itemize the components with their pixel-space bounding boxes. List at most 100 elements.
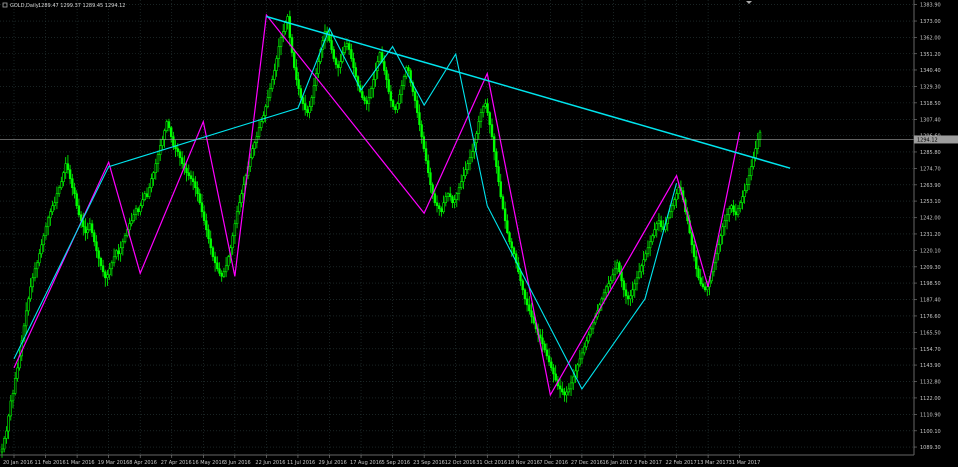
symbol-timeframe: GOLD,Daily: [10, 3, 39, 9]
candle-body: [752, 157, 755, 167]
candle-body: [332, 49, 335, 59]
candle-body: [532, 316, 535, 324]
candle-body: [200, 202, 204, 213]
candle-body: [165, 121, 168, 131]
y-tick-label: 1143.90: [920, 363, 941, 369]
candle-body: [468, 157, 472, 164]
candle-body: [163, 130, 166, 140]
candle-body: [424, 148, 428, 161]
candle-body: [422, 136, 426, 149]
candle-body: [484, 103, 487, 107]
candle-body: [565, 391, 568, 396]
candle-body: [27, 298, 30, 312]
candle-body: [728, 208, 731, 216]
candle-body: [552, 367, 555, 375]
y-tick-label: 1122.00: [920, 396, 941, 402]
candle-body: [701, 283, 705, 288]
candle-body: [602, 292, 606, 300]
price-tag-label: 1294.12: [917, 137, 938, 143]
candle-body: [495, 151, 498, 167]
y-tick-label: 1089.30: [920, 445, 941, 451]
candle-body: [736, 208, 740, 216]
candle-body: [99, 257, 103, 267]
candle-body: [528, 304, 531, 312]
candle-body: [673, 199, 676, 207]
chart-background: [0, 0, 958, 467]
candle-body: [68, 169, 72, 179]
y-tick-label: 1198.50: [920, 281, 941, 287]
candle-body: [257, 127, 261, 137]
candle-body: [31, 277, 34, 288]
candle-body: [55, 193, 59, 204]
candle-body: [24, 310, 28, 327]
candle-body: [167, 121, 171, 128]
candle-body: [13, 378, 17, 394]
x-tick-label: 29 Jul 2016: [319, 460, 347, 466]
candle-body: [580, 352, 584, 360]
candle-body: [477, 121, 480, 134]
candle-body: [132, 214, 136, 222]
candle-body: [202, 211, 206, 222]
candle-body: [260, 121, 263, 128]
candle-body: [747, 175, 751, 186]
x-tick-label: 27 Apr 2016: [161, 460, 192, 466]
candle-body: [506, 220, 509, 234]
candle-body: [343, 46, 346, 53]
candle-body: [730, 205, 733, 210]
candle-body: [611, 274, 614, 282]
candle-body: [429, 172, 432, 186]
candle-body: [545, 349, 549, 357]
candle-body: [446, 193, 450, 198]
candle-body: [396, 103, 399, 110]
y-tick-label: 1318.50: [920, 101, 941, 107]
candle-body: [572, 376, 575, 384]
candle-body: [336, 64, 340, 68]
candle-body: [512, 247, 516, 255]
candle-body: [440, 208, 443, 213]
candle-body: [264, 106, 267, 116]
candle-body: [389, 91, 393, 101]
candle-body: [492, 136, 496, 152]
candle-body: [93, 232, 96, 243]
candle-body: [90, 223, 94, 234]
candle-body: [719, 235, 722, 246]
candle-body: [675, 193, 678, 201]
x-tick-label: 12 Oct 2016: [445, 460, 476, 466]
x-tick-label: 19 Mar 2016: [98, 460, 130, 466]
candle-body: [44, 226, 48, 237]
candle-body: [189, 175, 193, 179]
candle-body: [567, 388, 571, 393]
x-tick-label: 16 Jan 2017: [602, 460, 632, 466]
candle-body: [721, 226, 724, 237]
candle-body: [723, 220, 727, 228]
gold-daily-chart[interactable]: 1383.90 1373.00 1362.00 1351.20 1340.40 1329.…: [0, 0, 958, 467]
candle-body: [457, 187, 461, 195]
candle-body: [222, 271, 226, 277]
y-tick-label: 1209.30: [920, 265, 941, 271]
candle-body: [279, 37, 283, 47]
candle-body: [372, 79, 375, 89]
candle-body: [0, 448, 4, 453]
x-tick-label: 17 Aug 2016: [350, 460, 382, 466]
candle-body: [128, 223, 131, 231]
y-tick-label: 1242.00: [920, 216, 941, 222]
candle-body: [615, 262, 619, 270]
y-tick-label: 1154.70: [920, 347, 941, 353]
candle-body: [479, 112, 483, 122]
chart-area[interactable]: 1383.90 1373.00 1362.00 1351.20 1340.40 1329.…: [0, 0, 958, 467]
candle-body: [9, 400, 12, 417]
candle-body: [35, 262, 39, 270]
candle-body: [646, 247, 650, 255]
ohlc-values: 1289.47 1299.37 1289.45 1294.12: [38, 3, 125, 9]
candle-body: [490, 124, 494, 137]
candle-body: [156, 154, 160, 164]
candle-body: [7, 415, 10, 432]
candle-body: [442, 202, 445, 213]
candle-body: [394, 106, 397, 110]
candle-body: [354, 67, 357, 77]
candle-body: [670, 205, 674, 213]
candle-body: [497, 166, 500, 182]
x-tick-label: 8 Apr 2016: [129, 460, 157, 466]
candle-body: [387, 79, 390, 92]
candle-body: [587, 334, 590, 342]
